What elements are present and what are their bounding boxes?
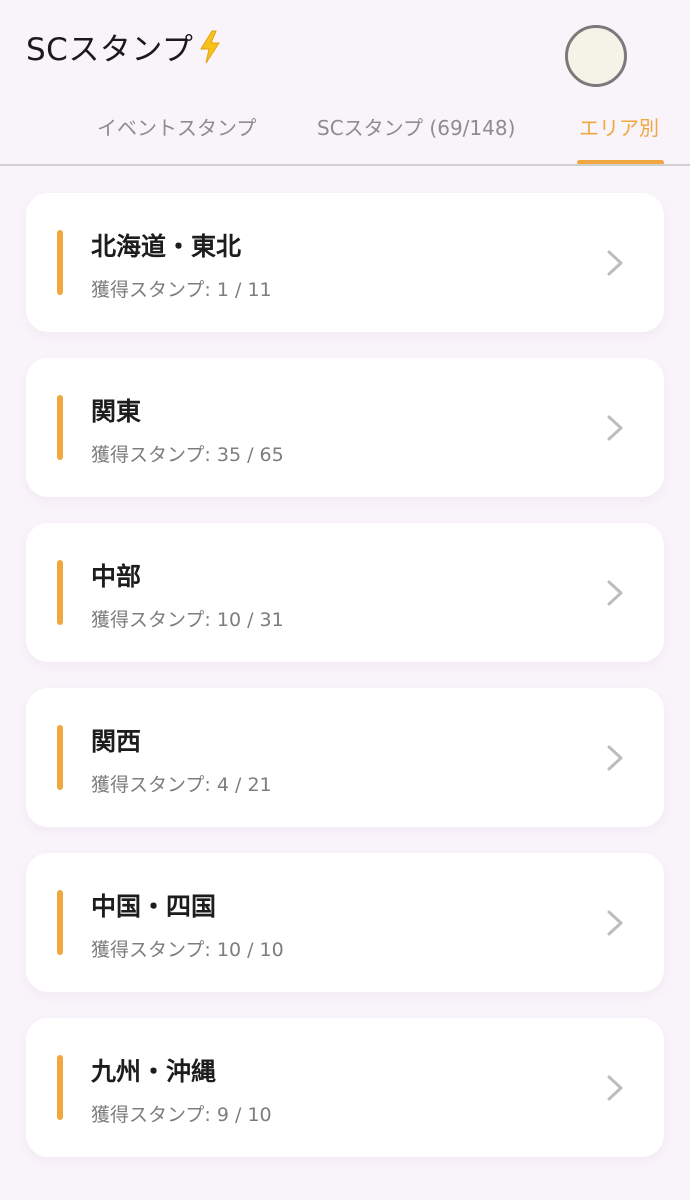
tab-by-area[interactable]: エリア別 xyxy=(579,112,659,141)
area-name: 関西 xyxy=(91,727,142,756)
area-card-hokkaido-tohoku[interactable]: 北海道・東北 獲得スタンプ: 1 / 11 xyxy=(26,193,664,332)
area-card-chubu[interactable]: 中部 獲得スタンプ: 10 / 31 xyxy=(26,523,664,662)
chevron-right-icon xyxy=(607,1075,623,1101)
progress-label: 獲得スタンプ: xyxy=(91,939,217,961)
card-accent-bar xyxy=(57,890,63,955)
page-title: SCスタンプ xyxy=(26,24,223,69)
area-name: 九州・沖縄 xyxy=(91,1057,217,1086)
progress-value: 1 / 11 xyxy=(216,279,272,301)
area-card-kansai[interactable]: 関西 獲得スタンプ: 4 / 21 xyxy=(26,688,664,827)
tab-bar: イベントスタンプ SCスタンプ (69/148) エリア別 xyxy=(0,96,690,166)
area-progress: 獲得スタンプ: 35 / 65 xyxy=(91,440,284,467)
area-name: 中国・四国 xyxy=(91,892,217,921)
tab-sc-stamps[interactable]: SCスタンプ (69/148) xyxy=(317,112,515,141)
chevron-right-icon xyxy=(607,580,623,606)
chevron-right-icon xyxy=(607,745,623,771)
area-progress: 獲得スタンプ: 4 / 21 xyxy=(91,770,272,797)
progress-value: 10 / 31 xyxy=(216,609,284,631)
page-title-text: SCスタンプ xyxy=(26,32,194,68)
progress-label: 獲得スタンプ: xyxy=(91,609,217,631)
area-progress: 獲得スタンプ: 10 / 31 xyxy=(91,605,284,632)
area-name: 中部 xyxy=(91,562,142,591)
progress-value: 35 / 65 xyxy=(216,444,284,466)
card-accent-bar xyxy=(57,230,63,295)
area-card-chugoku-shikoku[interactable]: 中国・四国 獲得スタンプ: 10 / 10 xyxy=(26,853,664,992)
app-header: SCスタンプ イベントスタンプ SCスタンプ (69/148) エリア別 xyxy=(0,0,690,166)
area-name: 北海道・東北 xyxy=(91,232,242,261)
card-accent-bar xyxy=(57,395,63,460)
avatar[interactable] xyxy=(565,25,627,87)
lightning-bolt-icon xyxy=(197,30,223,64)
progress-label: 獲得スタンプ: xyxy=(91,444,217,466)
tab-event-stamps[interactable]: イベントスタンプ xyxy=(97,112,256,141)
progress-value: 9 / 10 xyxy=(216,1104,272,1126)
card-accent-bar xyxy=(57,725,63,790)
area-progress: 獲得スタンプ: 10 / 10 xyxy=(91,935,284,962)
progress-value: 4 / 21 xyxy=(216,774,272,796)
area-list: 北海道・東北 獲得スタンプ: 1 / 11 関東 獲得スタンプ: 35 / 65… xyxy=(26,193,664,1183)
progress-value: 10 / 10 xyxy=(216,939,284,961)
card-accent-bar xyxy=(57,1055,63,1120)
area-progress: 獲得スタンプ: 9 / 10 xyxy=(91,1100,272,1127)
chevron-right-icon xyxy=(607,415,623,441)
progress-label: 獲得スタンプ: xyxy=(91,774,217,796)
chevron-right-icon xyxy=(607,250,623,276)
chevron-right-icon xyxy=(607,910,623,936)
card-accent-bar xyxy=(57,560,63,625)
area-card-kyushu-okinawa[interactable]: 九州・沖縄 獲得スタンプ: 9 / 10 xyxy=(26,1018,664,1157)
area-card-kanto[interactable]: 関東 獲得スタンプ: 35 / 65 xyxy=(26,358,664,497)
progress-label: 獲得スタンプ: xyxy=(91,1104,217,1126)
area-name: 関東 xyxy=(91,397,142,426)
header-divider xyxy=(0,164,690,166)
progress-label: 獲得スタンプ: xyxy=(91,279,217,301)
area-progress: 獲得スタンプ: 1 / 11 xyxy=(91,275,272,302)
